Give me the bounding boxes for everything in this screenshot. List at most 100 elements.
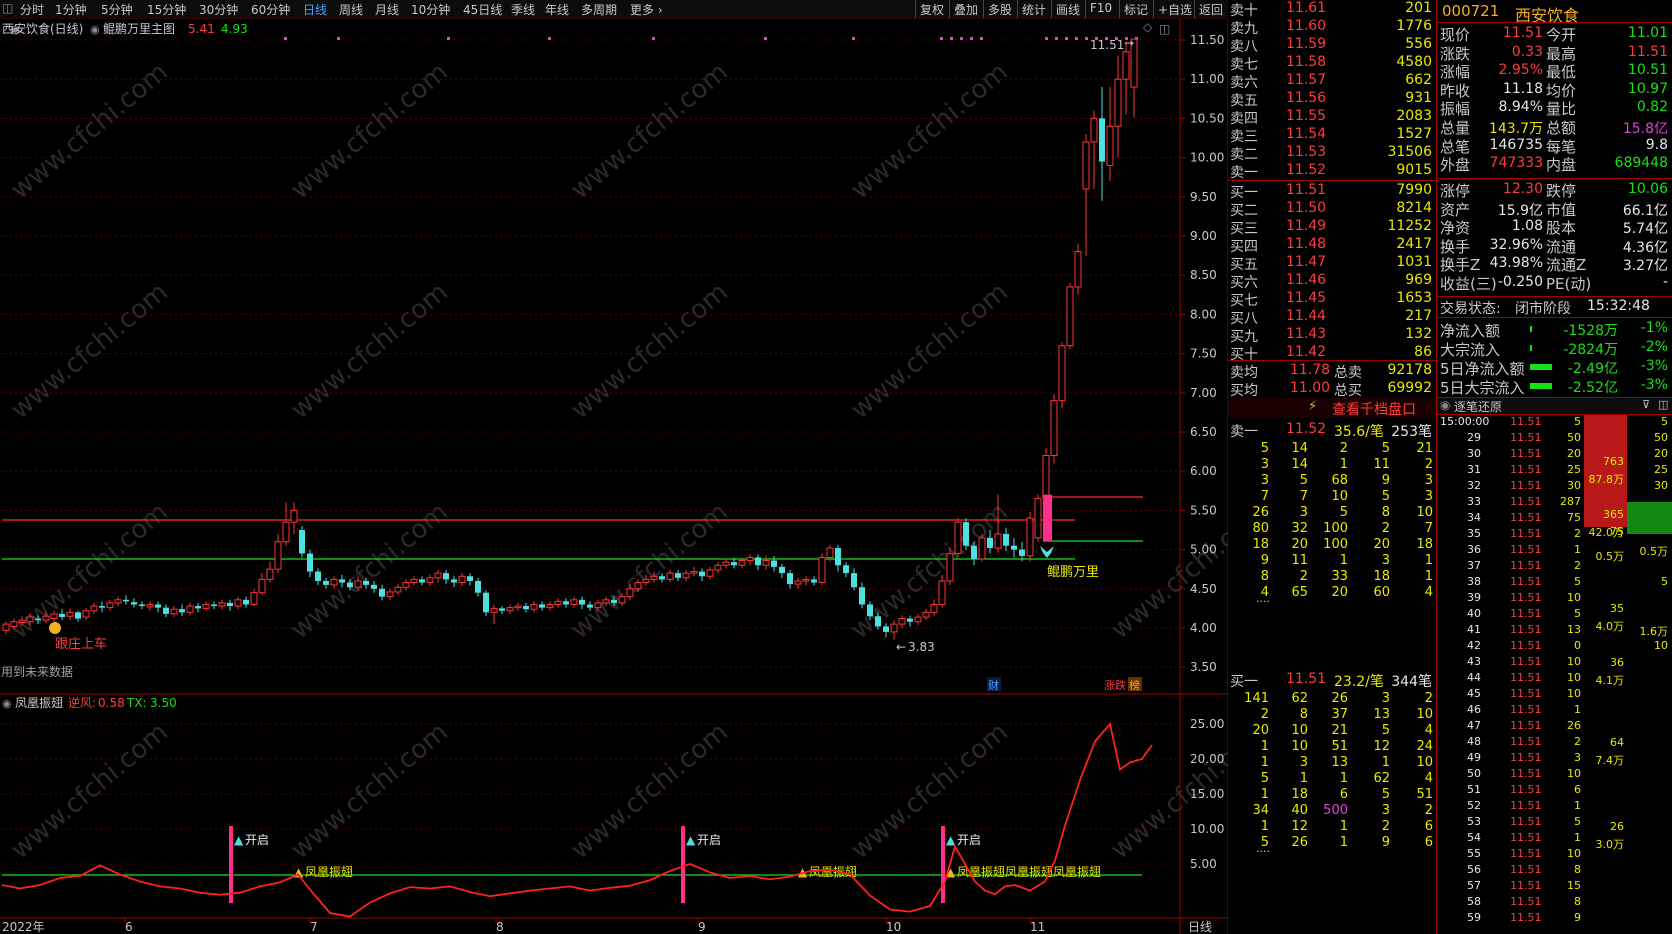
candle-body — [794, 580, 802, 585]
buy-level-row[interactable]: 买七 11.45 1653 — [1228, 290, 1436, 309]
candle — [779, 563, 785, 578]
period-tab[interactable]: 周线 — [339, 1, 363, 18]
f10-button[interactable]: F10 — [1085, 0, 1116, 18]
queue-cell: 5 — [1381, 787, 1390, 802]
sell-level-row[interactable]: 卖七 11.58 4580 — [1228, 54, 1436, 73]
candle-body — [642, 578, 650, 584]
ticks-menu-icon[interactable]: ◉ — [1440, 398, 1450, 412]
quote-field-value: 3.27亿 — [1622, 258, 1668, 275]
candle-body — [835, 548, 841, 566]
queue-cell: 5 — [1299, 473, 1308, 488]
level-label: 买四 — [1230, 239, 1258, 255]
candle-body — [818, 556, 826, 584]
period-tab[interactable]: 45日线 — [463, 1, 502, 18]
level-volume: 31506 — [1387, 144, 1432, 160]
quote-field-value: 32.96% — [1489, 236, 1543, 253]
sell-level-row[interactable]: 卖六 11.57 662 — [1228, 72, 1436, 91]
buy-level-row[interactable]: 买五 11.47 1031 — [1228, 254, 1436, 273]
sell-level-row[interactable]: 卖八 11.59 556 — [1228, 36, 1436, 55]
low-price-label: 3.83 — [908, 640, 935, 654]
candle — [379, 584, 385, 601]
buy-level-row[interactable]: 买八 11.44 217 — [1228, 308, 1436, 327]
period-tab[interactable]: 30分钟 — [199, 1, 238, 18]
stats-button[interactable]: 统计 — [1017, 0, 1050, 18]
level-price: 11.51 — [1286, 182, 1327, 198]
flow-pct: -3% — [1640, 377, 1668, 393]
buy-level-row[interactable]: 买四 11.48 2417 — [1228, 236, 1436, 255]
period-tab[interactable]: 10分钟 — [411, 1, 450, 18]
candle-body — [363, 580, 369, 585]
candle-body — [1122, 51, 1130, 80]
buy-level-row[interactable]: 买一 11.51 7990 — [1228, 182, 1436, 201]
candle-body — [1019, 549, 1025, 556]
indicator-menu-icon[interactable]: ◉ — [90, 23, 100, 36]
x-label: 7 — [310, 920, 318, 934]
period-tab[interactable]: 年线 — [545, 1, 569, 18]
buy-level-row[interactable]: 买二 11.50 8214 — [1228, 200, 1436, 219]
period-tab[interactable]: 分时 — [20, 1, 44, 18]
candle — [179, 604, 185, 617]
low-arrow-icon: ← — [896, 640, 906, 654]
period-tab[interactable]: 季线 — [511, 1, 535, 18]
pane-toggle-icon[interactable]: ◫ — [1658, 398, 1668, 411]
candle-body — [1034, 498, 1042, 539]
add-watchlist-button[interactable]: +自选 — [1153, 0, 1196, 18]
more-periods[interactable]: 更多 › — [630, 1, 663, 18]
tick-time: 56 — [1467, 863, 1481, 876]
sell-level-row[interactable]: 卖四 11.55 2083 — [1228, 108, 1436, 127]
buy-level-row[interactable]: 买三 11.49 11252 — [1228, 218, 1436, 237]
back-button[interactable]: 返回 — [1194, 0, 1227, 18]
diamond-icon[interactable]: ◇ — [1143, 20, 1153, 34]
filter-icon[interactable]: ⊽ — [1642, 398, 1650, 411]
candle-body — [402, 582, 410, 588]
sell-level-row[interactable]: 卖九 11.60 1776 — [1228, 18, 1436, 37]
total-sell: 92178 — [1387, 362, 1432, 378]
candle — [315, 568, 321, 585]
period-tab[interactable]: 多周期 — [581, 1, 617, 18]
period-tab[interactable]: 月线 — [375, 1, 399, 18]
period-tab[interactable]: 1分钟 — [55, 1, 87, 18]
buy-level-row[interactable]: 买六 11.46 969 — [1228, 272, 1436, 291]
fuquan-button[interactable]: 复权 — [915, 0, 948, 18]
period-tab[interactable]: 60分钟 — [251, 1, 290, 18]
buy-level-row[interactable]: 买九 11.43 132 — [1228, 326, 1436, 345]
candle-body — [35, 618, 41, 621]
queue-cell: 3 — [1424, 489, 1433, 504]
sell-level-row[interactable]: 卖五 11.56 931 — [1228, 90, 1436, 109]
tick-price: 11.51 — [1510, 863, 1542, 876]
queue-cell: 2 — [1260, 707, 1269, 722]
multi-stock-button[interactable]: 多股 — [983, 0, 1016, 18]
pane-toggle-icon[interactable]: ◫ — [1159, 22, 1170, 36]
chart-area[interactable]: www.cfchi.com www.cfchi.com www.cfchi.co… — [0, 19, 1228, 934]
period-tab[interactable]: 5分钟 — [101, 1, 133, 18]
sub-menu-icon[interactable]: ◉ — [2, 697, 12, 710]
sell-level-row[interactable]: 卖一 11.52 9015 — [1228, 162, 1436, 181]
open-bar — [941, 826, 945, 903]
open-label: 开启 — [245, 833, 269, 847]
flow-bar — [1530, 383, 1552, 389]
candle-body — [922, 611, 930, 618]
level-volume: 2083 — [1396, 108, 1432, 124]
level-label: 卖七 — [1230, 57, 1258, 73]
lightning-icon: ⚡ — [1308, 399, 1318, 414]
mark-button[interactable]: 标记 — [1119, 0, 1152, 18]
period-tab[interactable]: 15分钟 — [147, 1, 186, 18]
candle — [186, 602, 194, 616]
tick-price: 11.51 — [1510, 431, 1542, 444]
level-volume: 931 — [1405, 90, 1432, 106]
draw-line-button[interactable]: 画线 — [1051, 0, 1084, 18]
queue-cell: 1 — [1260, 787, 1269, 802]
collapse-icon[interactable]: ◫ — [2, 1, 13, 15]
period-tab-active[interactable]: 日线 — [303, 1, 327, 18]
candle — [1003, 527, 1009, 552]
thousand-link[interactable]: 查看千档盘口 — [1332, 399, 1416, 419]
zhangdie-badge-label[interactable]: 涨跌 — [1104, 678, 1126, 692]
tick-volume: 2 — [1574, 527, 1581, 540]
sell-level-row[interactable]: 卖二 11.53 31506 — [1228, 144, 1436, 163]
sell-level-row[interactable]: 卖三 11.54 1527 — [1228, 126, 1436, 145]
overlay-button[interactable]: 叠加 — [949, 0, 982, 18]
flow-bar — [1530, 345, 1532, 351]
candle — [123, 595, 129, 605]
flow-value: -2.52亿 — [1567, 380, 1618, 396]
sell-level-row[interactable]: 卖十 11.61 201 — [1228, 0, 1436, 19]
